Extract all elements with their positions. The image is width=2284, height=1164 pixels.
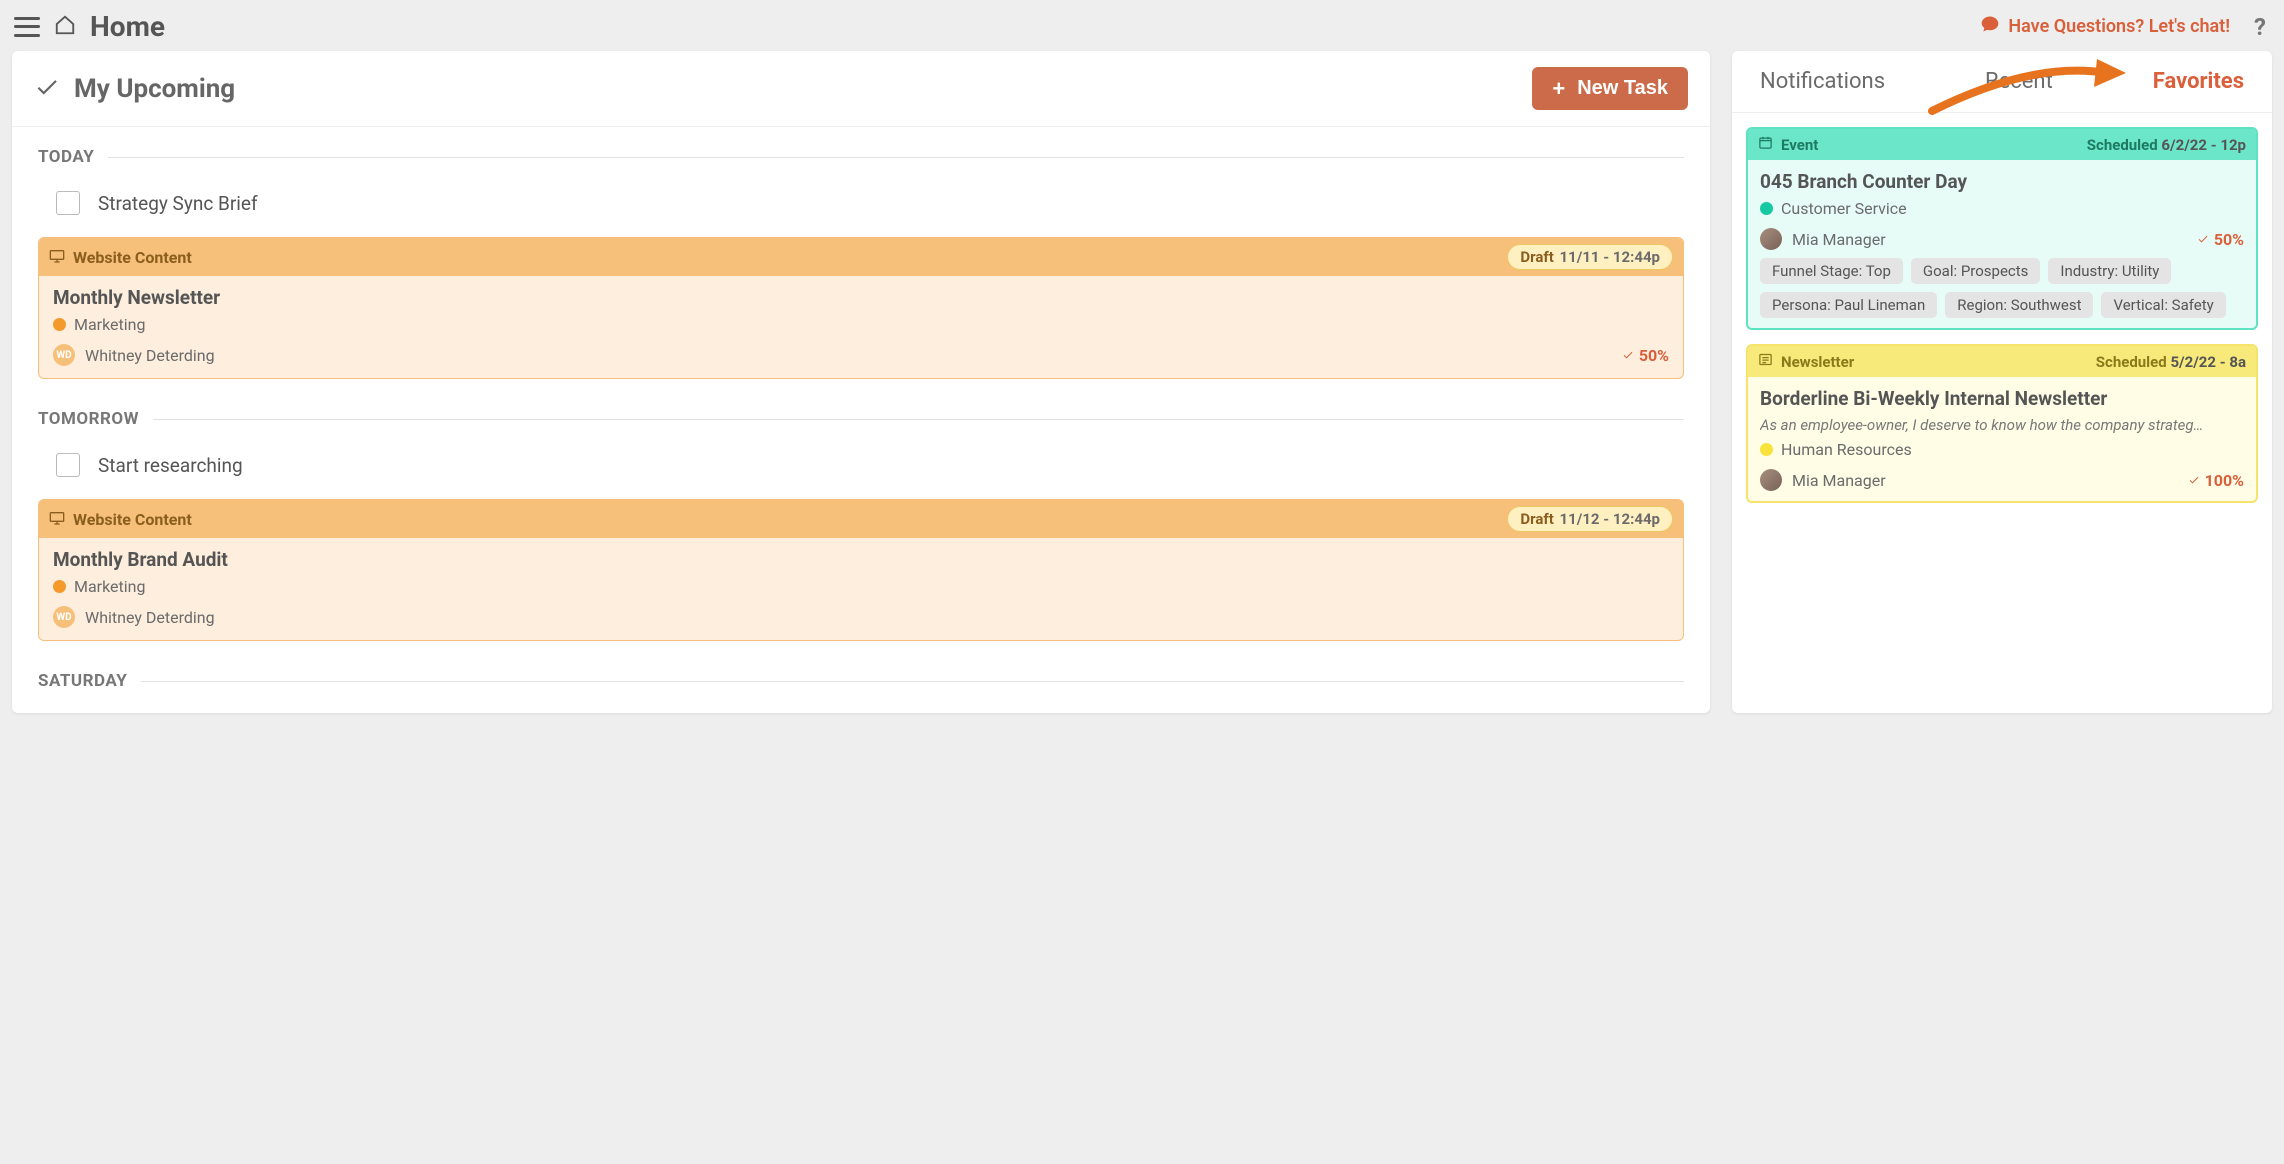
fav-type-label: Event — [1781, 136, 1818, 154]
fav-type-label: Newsletter — [1781, 353, 1854, 371]
divider — [108, 157, 1684, 158]
avatar: WD — [53, 344, 75, 366]
fav-category: Human Resources — [1781, 440, 1912, 459]
section-label-tomorrow: TOMORROW — [38, 409, 139, 429]
section-label-saturday: SATURDAY — [38, 671, 127, 691]
favorite-card[interactable]: Event Scheduled 6/2/22 - 12p 045 Branch … — [1746, 127, 2258, 330]
task-label[interactable]: Strategy Sync Brief — [98, 192, 258, 215]
category-dot — [53, 318, 66, 331]
chat-icon — [1980, 14, 2000, 39]
new-task-label: New Task — [1577, 77, 1668, 100]
task-label[interactable]: Start researching — [98, 454, 243, 477]
home-icon — [54, 14, 76, 40]
tag[interactable]: Region: Southwest — [1945, 292, 2093, 318]
avatar — [1760, 469, 1782, 491]
fav-subtitle: As an employee-owner, I deserve to know … — [1760, 416, 2244, 434]
fav-title: Borderline Bi-Weekly Internal Newsletter — [1760, 387, 2244, 410]
tab-favorites[interactable]: Favorites — [2153, 69, 2244, 94]
help-button[interactable]: ? — [2254, 13, 2266, 41]
checkmark-icon — [34, 74, 60, 104]
task-checkbox[interactable] — [56, 191, 80, 215]
progress-label: 50% — [2196, 230, 2244, 249]
calendar-icon — [1758, 135, 1773, 154]
chat-link[interactable]: Have Questions? Let's chat! — [1980, 14, 2230, 39]
upcoming-panel: My Upcoming + New Task TODAY Strategy Sy… — [12, 51, 1710, 713]
task-checkbox[interactable] — [56, 453, 80, 477]
newsletter-icon — [1758, 352, 1773, 371]
card-title: Monthly Brand Audit — [53, 548, 1669, 571]
content-card[interactable]: Website Content Draft 11/12 - 12:44p Mon… — [38, 499, 1684, 641]
category-dot — [1760, 443, 1773, 456]
monitor-icon — [49, 510, 65, 529]
status-pill: Draft 11/12 - 12:44p — [1507, 506, 1673, 532]
avatar — [1760, 228, 1782, 250]
tab-notifications[interactable]: Notifications — [1760, 69, 1885, 94]
tag[interactable]: Persona: Paul Lineman — [1760, 292, 1937, 318]
assignee-name: Whitney Deterding — [85, 346, 215, 365]
assignee-name: Mia Manager — [1792, 230, 1886, 249]
page-title: Home — [90, 10, 165, 43]
plus-icon: + — [1552, 78, 1565, 100]
tag[interactable]: Industry: Utility — [2048, 258, 2171, 284]
monitor-icon — [49, 248, 65, 267]
tag[interactable]: Goal: Prospects — [1911, 258, 2041, 284]
tag[interactable]: Vertical: Safety — [2101, 292, 2225, 318]
fav-category: Customer Service — [1781, 199, 1907, 218]
menu-button[interactable] — [14, 17, 40, 37]
divider — [153, 419, 1684, 420]
status-pill: Draft 11/11 - 12:44p — [1507, 244, 1673, 270]
chat-link-label: Have Questions? Let's chat! — [2008, 16, 2230, 37]
progress-label: 100% — [2187, 471, 2244, 490]
category-dot — [1760, 202, 1773, 215]
card-title: Monthly Newsletter — [53, 286, 1669, 309]
new-task-button[interactable]: + New Task — [1532, 67, 1688, 110]
fav-title: 045 Branch Counter Day — [1760, 170, 2244, 193]
assignee-name: Whitney Deterding — [85, 608, 215, 627]
tag[interactable]: Funnel Stage: Top — [1760, 258, 1903, 284]
progress-label: 50% — [1621, 346, 1669, 365]
content-card[interactable]: Website Content Draft 11/11 - 12:44p Mon… — [38, 237, 1684, 379]
avatar: WD — [53, 606, 75, 628]
assignee-name: Mia Manager — [1792, 471, 1886, 490]
category-dot — [53, 580, 66, 593]
card-type-label: Website Content — [73, 248, 192, 267]
tag-list: Funnel Stage: Top Goal: Prospects Indust… — [1760, 258, 2244, 318]
tab-recent[interactable]: Recent — [1985, 69, 2053, 94]
upcoming-title: My Upcoming — [74, 74, 235, 104]
divider — [141, 681, 1684, 682]
side-panel: Notifications Recent Favorites Event Sch… — [1732, 51, 2272, 713]
card-category: Marketing — [74, 577, 145, 596]
card-category: Marketing — [74, 315, 145, 334]
section-label-today: TODAY — [38, 147, 94, 167]
favorite-card[interactable]: Newsletter Scheduled 5/2/22 - 8a Borderl… — [1746, 344, 2258, 503]
card-type-label: Website Content — [73, 510, 192, 529]
